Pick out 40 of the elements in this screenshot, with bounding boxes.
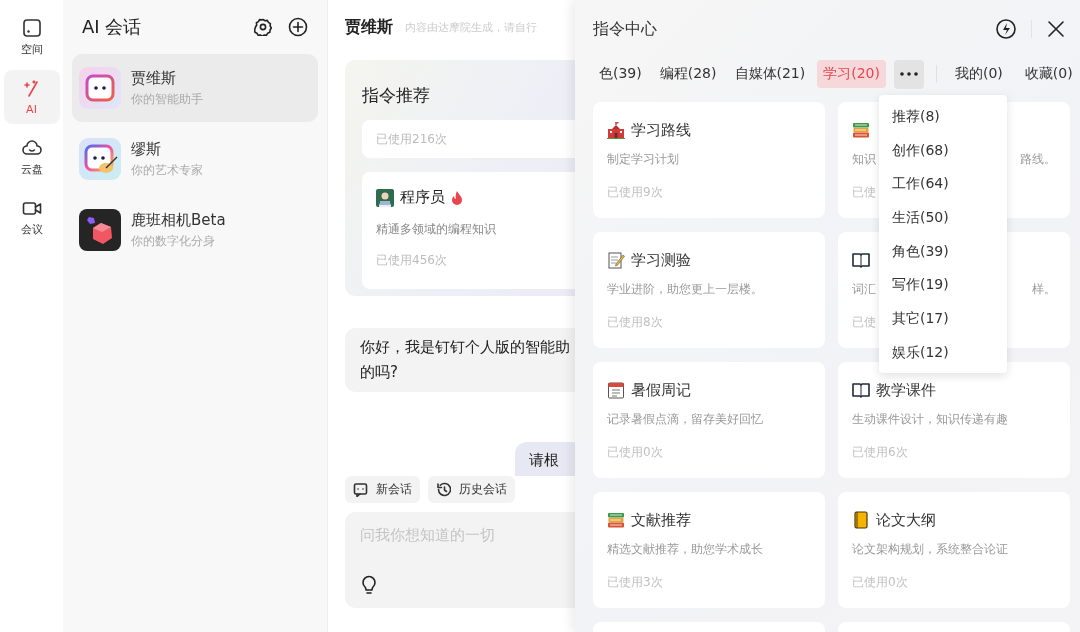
usage-count: 已使用0次 [852, 574, 908, 591]
card-description: 学业进阶，助您更上一层楼。 [607, 281, 763, 298]
assistant-message: 你好，我是钉钉个人版的智能助 的吗? [345, 328, 575, 392]
card-title: 教学课件 [876, 380, 936, 400]
card-description: 论文架构规划，系统整合论证 [852, 541, 1008, 558]
conversation-subtitle: 你的艺术专家 [131, 161, 203, 179]
card-description: 词汇 [852, 281, 876, 298]
card-title: 文献推荐 [631, 510, 691, 530]
card-description: 样。 [1032, 281, 1056, 298]
conversation-name: 贾维斯 [131, 68, 177, 88]
card-title: 暑假周记 [631, 380, 691, 400]
conversation-subtitle: 你的智能助手 [131, 90, 203, 108]
usage-count: 已使 [852, 314, 876, 331]
usage-count: 已使用9次 [607, 184, 663, 201]
conversation-name: 缪斯 [131, 139, 162, 159]
usage-count: 已使用456次 [376, 252, 448, 269]
conversation-subtitle: 你的数字化分身 [131, 232, 216, 250]
card-description: 记录暑假点滴，留存美好回忆 [607, 411, 763, 428]
card-title: 论文大纲 [876, 510, 936, 530]
usage-count: 已使用3次 [607, 574, 663, 591]
card-description: 精选文献推荐，助您学术成长 [607, 541, 763, 558]
card-title: 学习路线 [631, 120, 691, 140]
card-description: 路线。 [1020, 151, 1056, 168]
usage-count: 已使用216次 [376, 130, 448, 148]
usage-count: 已使用8次 [607, 314, 663, 331]
user-message: 请根 [515, 442, 575, 476]
chat-title: 贾维斯 [345, 16, 393, 38]
panel-title: AI 会话 [82, 15, 143, 39]
card-description: 制定学习计划 [607, 151, 679, 168]
panel-title: 指令中心 [593, 18, 658, 40]
card-description: 精通多领域的编程知识 [376, 221, 497, 238]
card-description: 知识 [852, 151, 876, 168]
usage-count: 已使用0次 [607, 444, 663, 461]
section-title: 指令推荐 [362, 83, 431, 107]
card-description: 生动课件设计，知识传递有趣 [852, 411, 1008, 428]
usage-count: 已使 [852, 184, 876, 201]
conversation-name: 鹿班相机Beta [131, 210, 226, 230]
card-title: 学习测验 [631, 250, 691, 270]
card-title: 程序员 [400, 188, 445, 207]
usage-count: 已使用6次 [852, 444, 908, 461]
